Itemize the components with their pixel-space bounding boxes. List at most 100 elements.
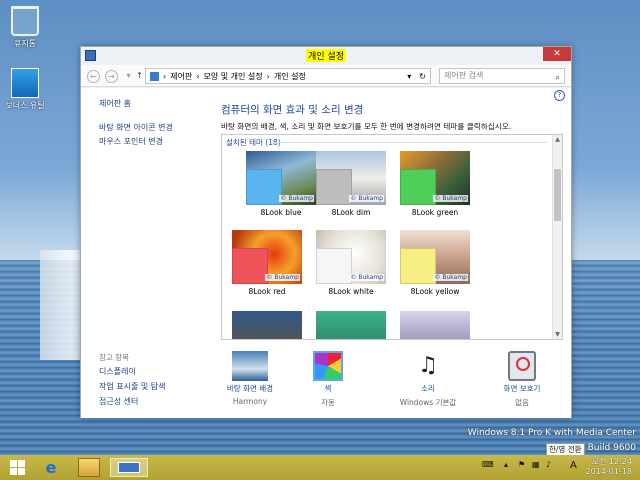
help-icon[interactable]: ? [554, 90, 565, 101]
search-input[interactable]: 제어판 검색 ⌕ [439, 68, 565, 84]
theme-color-swatch [316, 248, 352, 284]
start-button[interactable] [8, 458, 30, 477]
theme-tile-partial[interactable] [400, 311, 470, 339]
ime-lang-indicator[interactable]: A [570, 460, 577, 471]
group-divider [274, 142, 548, 143]
theme-label: 8Look red [248, 287, 286, 296]
theme-color-swatch [400, 169, 436, 205]
theme-preview: © Bukamp [246, 151, 316, 205]
ease-of-access-link[interactable]: 접근성 센터 [99, 396, 138, 407]
refresh-icon[interactable]: ↻ [415, 72, 430, 81]
display-link[interactable]: 디스플레이 [99, 366, 136, 377]
theme-label: 8Look yellow [410, 287, 460, 296]
flag-icon[interactable]: ⚑ [518, 460, 525, 469]
setting-name: 화면 보호기 [503, 384, 541, 393]
bukamp-logo: © Bukamp [433, 274, 468, 281]
desktop-background-setting[interactable]: 바탕 화면 배경 Harmony [213, 351, 287, 406]
desktop-icon-bonus-util[interactable]: 보너스 유틸 [0, 68, 50, 111]
main-content: ? 컴퓨터의 화면 효과 및 소리 변경 바탕 화면의 배경, 색, 소리 및 … [213, 88, 571, 418]
back-button[interactable]: ← [87, 70, 100, 83]
theme-label: 8Look white [328, 287, 374, 296]
desktop-icon-label: 보너스 유틸 [5, 101, 45, 110]
theme-label: 8Look blue [260, 208, 302, 217]
page-description: 바탕 화면의 배경, 색, 소리 및 화면 보호기를 모두 한 번에 변경하려면… [221, 122, 512, 131]
control-panel-home-link[interactable]: 제어판 홈 [99, 98, 131, 109]
change-mouse-pointer-link[interactable]: 마우스 포인터 변경 [99, 136, 163, 147]
theme-preview: © Bukamp [400, 151, 470, 205]
control-panel-icon [85, 50, 96, 61]
file-explorer-icon[interactable] [78, 458, 100, 477]
windows-logo-icon [10, 468, 17, 475]
theme-list-scrollbar[interactable]: ▲ ▼ [552, 135, 562, 339]
bukamp-logo: © Bukamp [349, 274, 384, 281]
setting-name: 바탕 화면 배경 [226, 384, 274, 393]
theme-8look-red[interactable]: © Bukamp 8Look red [232, 230, 302, 296]
address-dropdown-icon[interactable]: ▾ [407, 72, 411, 81]
theme-preview: © Bukamp [316, 151, 386, 205]
forward-button[interactable]: → [105, 70, 118, 83]
theme-color-swatch [316, 169, 352, 205]
sounds-setting[interactable]: ♫ 소리 Windows 기본값 [391, 351, 465, 408]
desktop-icon-label: 휴지통 [13, 39, 37, 48]
bukamp-logo: © Bukamp [349, 195, 384, 202]
theme-preview [400, 311, 470, 339]
theme-tile-partial[interactable] [316, 311, 386, 339]
theme-8look-dim[interactable]: © Bukamp 8Look dim [316, 151, 386, 217]
windows-logo-icon [18, 460, 25, 467]
title-bar[interactable]: 개인 설정 ✕ [81, 47, 571, 65]
clock[interactable]: 오전 12:24 2014-01-18 [586, 457, 633, 477]
address-bar[interactable]: › 제어판 › 모양 및 개인 설정 › 개인 설정 ▾ ↻ [145, 68, 431, 84]
scrollbar-thumb[interactable] [554, 169, 561, 221]
os-watermark: Windows 8.1 Pro K with Media Center [467, 428, 636, 438]
taskbar-navigation-link[interactable]: 작업 표시줄 및 탐색 [99, 381, 166, 392]
no-symbol-icon [516, 357, 530, 371]
screen-saver-icon [508, 351, 536, 381]
setting-value: 자동 [321, 398, 335, 407]
theme-8look-yellow[interactable]: © Bukamp 8Look yellow [400, 230, 470, 296]
network-icon[interactable]: ▦ [532, 460, 540, 469]
bukamp-logo: © Bukamp [433, 195, 468, 202]
close-button[interactable]: ✕ [543, 47, 571, 61]
recycle-bin-icon [11, 6, 39, 36]
scroll-down-icon[interactable]: ▼ [553, 331, 562, 338]
search-icon[interactable]: ⌕ [556, 71, 560, 85]
theme-8look-white[interactable]: © Bukamp 8Look white [316, 230, 386, 296]
keyboard-icon[interactable]: ⌨ [482, 460, 494, 469]
theme-8look-green[interactable]: © Bukamp 8Look green [400, 151, 470, 217]
arrow-up-icon[interactable]: ▴ [504, 460, 508, 469]
scroll-up-icon[interactable]: ▲ [553, 136, 562, 143]
window-title: 개인 설정 [306, 49, 346, 62]
internet-explorer-icon[interactable]: e [40, 458, 62, 477]
breadcrumb-sep: › [266, 71, 270, 81]
breadcrumb-control-panel[interactable]: 제어판 [170, 71, 192, 82]
desktop-icon-recycle-bin[interactable]: 휴지통 [0, 6, 50, 49]
personalization-window: 개인 설정 ✕ ← → ▾ ↑ › 제어판 › 모양 및 개인 설정 › 개인 … [80, 46, 572, 418]
control-panel-icon [118, 462, 140, 473]
setting-name: 소리 [421, 384, 435, 393]
breadcrumb-appearance[interactable]: 모양 및 개인 설정 [204, 71, 263, 82]
change-desktop-icons-link[interactable]: 바탕 화면 아이콘 변경 [99, 122, 173, 133]
theme-8look-blue[interactable]: © Bukamp 8Look blue [246, 151, 316, 217]
theme-tile-partial[interactable] [232, 311, 302, 339]
windows-logo-icon [18, 468, 25, 475]
theme-label: 8Look green [411, 208, 459, 217]
breadcrumb-sep: › [163, 71, 167, 81]
clock-time: 오전 12:24 [591, 457, 632, 466]
breadcrumb-personalization[interactable]: 개인 설정 [274, 71, 306, 82]
theme-color-swatch [400, 248, 436, 284]
setting-value: 없음 [515, 398, 529, 407]
color-setting[interactable]: 색 자동 [291, 351, 365, 408]
taskbar: e ⌨ ▴ ⚑ ▦ ♪ A 오전 12:24 2014-01-18 [0, 455, 640, 480]
volume-icon[interactable]: ♪ [546, 460, 551, 469]
bukamp-logo: © Bukamp [265, 274, 300, 281]
screen-saver-setting[interactable]: 화면 보호기 없음 [485, 351, 559, 408]
control-panel-taskbar-button[interactable] [110, 458, 148, 477]
windows-logo-icon [10, 460, 17, 467]
page-heading: 컴퓨터의 화면 효과 및 소리 변경 [221, 104, 364, 116]
theme-preview: © Bukamp [400, 230, 470, 284]
theme-color-swatch [246, 169, 282, 205]
see-also-title: 참고 항목 [99, 353, 129, 362]
theme-list: 설치된 테마 (18) © Bukamp 8Look blue © Bukamp… [221, 134, 563, 340]
left-pane: 제어판 홈 바탕 화면 아이콘 변경 마우스 포인터 변경 참고 항목 디스플레… [81, 88, 213, 418]
color-palette-icon [313, 351, 343, 381]
